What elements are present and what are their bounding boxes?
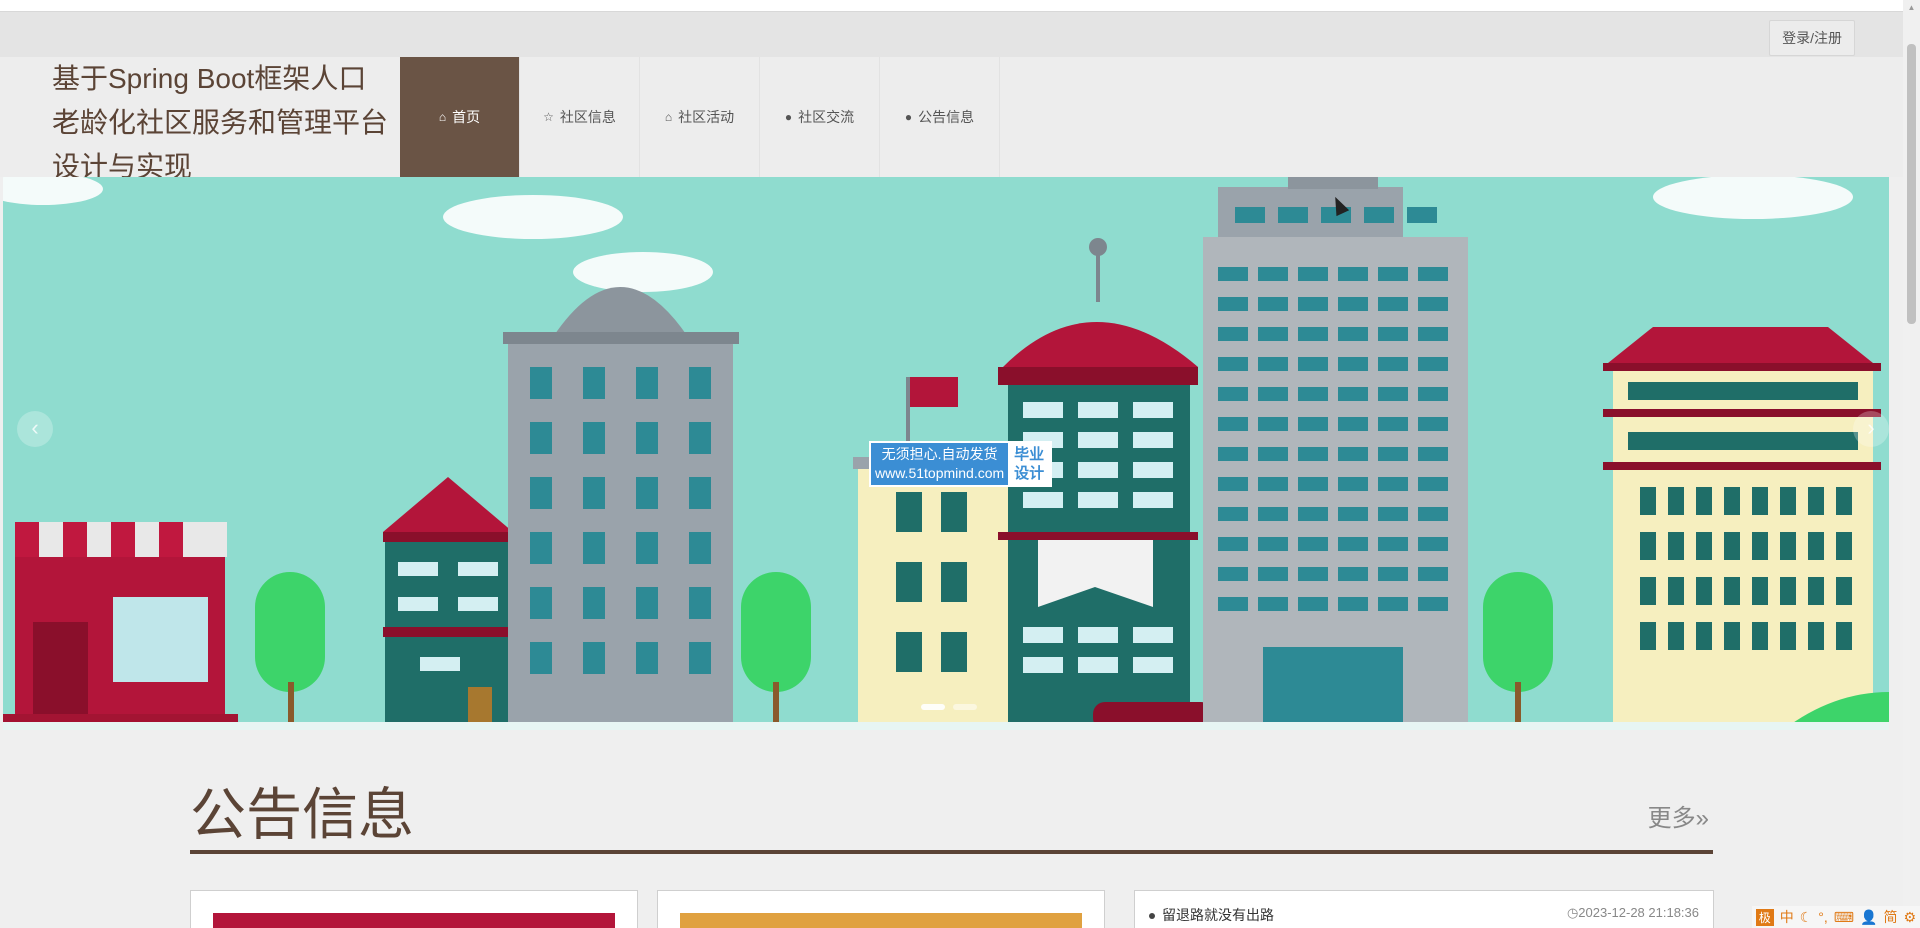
banner-carousel[interactable]: ‹ › 无须担心.自动发货 www.51topmind.com 毕业 设计 (3, 177, 1889, 730)
notice-list: 留退路就没有出路 ◷2023-12-28 21:18:36 (1134, 890, 1714, 928)
list-item[interactable]: 留退路就没有出路 ◷2023-12-28 21:18:36 (1149, 905, 1699, 925)
top-edge (0, 0, 1903, 12)
question-circle-icon: ● (904, 110, 913, 124)
notice-card[interactable] (190, 890, 638, 928)
nav-item-label: 首页 (452, 109, 481, 125)
site-header: 基于Spring Boot框架人口老龄化社区服务和管理平台设计与实现 ⌂ 首页 … (0, 57, 1903, 182)
list-item-title-text: 留退路就没有出路 (1162, 907, 1274, 923)
nav-item-label: 社区信息 (559, 109, 616, 125)
site-title: 基于Spring Boot框架人口老龄化社区服务和管理平台设计与实现 (52, 63, 389, 182)
home-icon: ⌂ (438, 110, 447, 124)
nav-item-community-info[interactable]: ☆ 社区信息 (520, 57, 640, 177)
notice-card[interactable] (657, 890, 1105, 928)
bullet-icon (1149, 913, 1155, 920)
ime-toolbar: 极 中 ☾ °, ⌨ 👤 简 ⚙ (1751, 906, 1920, 928)
chevron-right-icon: › (1867, 415, 1875, 440)
list-item-date: ◷2023-12-28 21:18:36 (1567, 905, 1699, 925)
carousel-dot[interactable] (921, 704, 945, 710)
carousel-prev-button[interactable]: ‹ (17, 411, 53, 447)
list-item-date-text: 2023-12-28 21:18:36 (1578, 905, 1699, 920)
punctuation-icon[interactable]: °, (1818, 909, 1828, 925)
nav-item-label: 社区活动 (678, 109, 735, 125)
watermark-line-2: www.51topmind.com (875, 465, 1005, 481)
ime-simplified-toggle[interactable]: 简 (1883, 907, 1897, 927)
nav-item-home[interactable]: ⌂ 首页 (400, 57, 520, 177)
nav-item-label: 社区交流 (798, 109, 855, 125)
bag-icon: ⌂ (664, 110, 673, 124)
moon-icon[interactable]: ☾ (1800, 909, 1813, 926)
chevron-left-icon: ‹ (31, 415, 39, 440)
notice-card-image (680, 913, 1082, 928)
main-nav: ⌂ 首页 ☆ 社区信息 ⌂ 社区活动 ● 社区交流 ● 公告信息 (400, 57, 1000, 177)
ime-logo-icon[interactable]: 极 (1755, 908, 1774, 926)
notice-section-header: 公告信息 更多» (190, 782, 1713, 854)
watermark-text: 无须担心.自动发货 www.51topmind.com (871, 443, 1009, 485)
nav-item-community-activity[interactable]: ⌂ 社区活动 (640, 57, 760, 177)
top-strip: 登录/注册 (0, 12, 1903, 57)
watermark-badge-line-2: 设计 (1014, 465, 1045, 482)
notice-card-image (213, 913, 615, 928)
watermark-badge-line-1: 毕业 (1014, 446, 1045, 463)
page-scrollbar[interactable]: ▲ (1903, 0, 1920, 928)
star-icon: ☆ (543, 110, 554, 124)
section-title: 公告信息 (190, 783, 414, 846)
login-register-button[interactable]: 登录/注册 (1769, 20, 1855, 56)
watermark-label: 毕业 设计 (1008, 443, 1051, 485)
nav-item-community-exchange[interactable]: ● 社区交流 (760, 57, 880, 177)
user-icon[interactable]: 👤 (1860, 909, 1877, 926)
carousel-next-button[interactable]: › (1853, 411, 1889, 447)
carousel-dot[interactable] (953, 704, 977, 710)
watermark-line-1: 无须担心.自动发货 (881, 446, 998, 462)
ime-lang-toggle[interactable]: 中 (1780, 907, 1794, 927)
scroll-up-icon[interactable]: ▲ (1907, 4, 1916, 12)
nav-item-notice[interactable]: ● 公告信息 (880, 57, 1000, 177)
carousel-dots (921, 704, 977, 710)
more-link[interactable]: 更多» (1648, 798, 1709, 833)
clock-icon: ◷ (1566, 905, 1579, 920)
keyboard-icon[interactable]: ⌨ (1834, 909, 1854, 926)
exclamation-circle-icon: ● (784, 110, 793, 124)
scroll-thumb[interactable] (1907, 44, 1916, 324)
settings-icon[interactable]: ⚙ (1903, 909, 1916, 926)
nav-item-label: 公告信息 (918, 109, 975, 125)
watermark-badge: 无须担心.自动发货 www.51topmind.com 毕业 设计 (869, 441, 1053, 487)
list-item-title: 留退路就没有出路 (1149, 905, 1274, 925)
